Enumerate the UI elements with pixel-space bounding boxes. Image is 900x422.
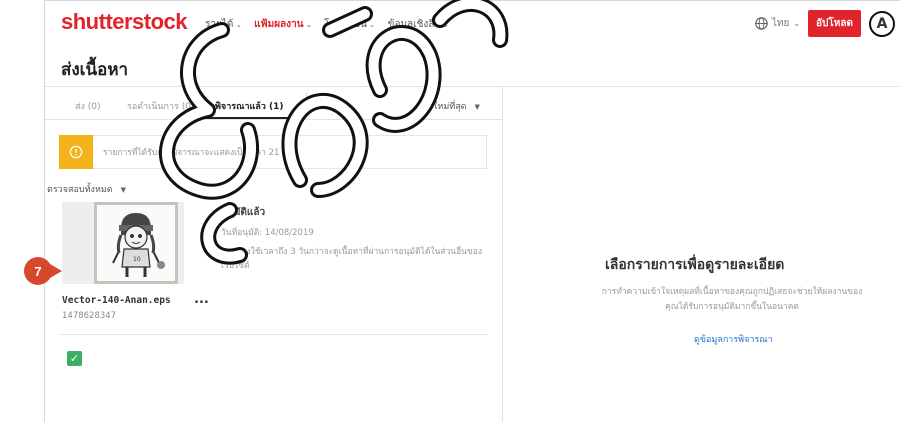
caret-down-icon: ▼ bbox=[474, 103, 480, 111]
media-type-dropdown[interactable]: ภาพ ▼ bbox=[315, 99, 345, 113]
nav-item-insights[interactable]: ข้อมูลเชิงลึก ⌄ bbox=[388, 17, 450, 32]
avatar[interactable]: A bbox=[869, 10, 895, 37]
chevron-down-icon: ⌄ bbox=[368, 20, 376, 29]
info-icon bbox=[59, 135, 93, 169]
divider bbox=[306, 93, 307, 115]
sort-dropdown[interactable]: ใหม่ที่สุด ▼ bbox=[433, 99, 480, 113]
select-item-checkbox[interactable]: ✓ bbox=[67, 351, 82, 366]
detail-description: การทำความเข้าใจเหตุผลที่เนื้อหาของคุณถูก… bbox=[601, 287, 863, 312]
svg-text:10: 10 bbox=[133, 256, 141, 263]
chevron-down-icon: ⌄ bbox=[305, 20, 313, 29]
caret-down-icon: ▼ bbox=[120, 186, 127, 194]
main-nav: รายได้ ⌄ แฟ้มผลงาน ⌄ โปรโมชัน ⌄ ข้อมูลเชิงล… bbox=[205, 17, 449, 32]
view-review-info-link[interactable]: ดูข้อมูลการพิจารณา bbox=[694, 332, 773, 346]
more-options-icon[interactable]: ... bbox=[194, 292, 209, 307]
illustration-image: 10 bbox=[94, 202, 178, 284]
submission-list-panel: ส่ง (0) รอดำเนินการ (0) พิจารณาแล้ว (1) … bbox=[45, 87, 503, 422]
nav-item-earnings[interactable]: รายได้ ⌄ bbox=[205, 17, 242, 32]
step-arrow-icon bbox=[50, 264, 62, 278]
chevron-down-icon: ⌄ bbox=[235, 20, 243, 29]
review-filter-dropdown[interactable]: ตรวจสอบทั้งหมด ▼ bbox=[47, 182, 126, 196]
header-tools: ไทย ⌄ อัปโหลด A bbox=[755, 10, 895, 37]
notice-text: รายการที่ได้รับการพิจารณาจะแสดงเป็นเวลา … bbox=[103, 148, 293, 158]
caret-down-icon: ▼ bbox=[339, 103, 346, 111]
item-thumbnail[interactable]: 10 bbox=[62, 202, 184, 284]
divider bbox=[59, 334, 487, 335]
chevron-down-icon: ⌄ bbox=[442, 20, 450, 29]
language-selector[interactable]: ไทย ⌄ bbox=[755, 16, 800, 31]
chevron-down-icon: ⌄ bbox=[793, 19, 801, 28]
page-title: ส่งเนื้อหา bbox=[61, 60, 129, 80]
character-illustration-icon: 10 bbox=[112, 213, 165, 277]
tab-reviewed[interactable]: พิจารณาแล้ว (1) bbox=[215, 99, 284, 113]
globe-icon bbox=[755, 17, 768, 30]
step-marker: 7 bbox=[24, 257, 52, 285]
nav-item-promotion[interactable]: โปรโมชัน ⌄ bbox=[324, 17, 375, 32]
tab-submit[interactable]: ส่ง (0) bbox=[75, 99, 101, 113]
app-window: shutterstock รายได้ ⌄ แฟ้มผลงาน ⌄ โปรโมชัน… bbox=[44, 0, 900, 422]
item-approval-date: วันที่อนุมัติ: 14/08/2019 bbox=[221, 228, 314, 238]
info-notice: รายการที่ได้รับการพิจารณาจะแสดงเป็นเวลา … bbox=[59, 135, 487, 169]
detail-title: เลือกรายการเพื่อดูรายละเอียด bbox=[605, 257, 785, 273]
active-tab-indicator bbox=[203, 117, 293, 119]
status-tabs: ส่ง (0) รอดำเนินการ (0) พิจารณาแล้ว (1) … bbox=[45, 87, 503, 120]
item-id: 1478628347 bbox=[62, 311, 117, 321]
item-filename: Vector-140-Anan.eps bbox=[62, 295, 171, 306]
tab-pending[interactable]: รอดำเนินการ (0) bbox=[127, 99, 194, 113]
top-navigation: shutterstock รายได้ ⌄ แฟ้มผลงาน ⌄ โปรโมชัน… bbox=[45, 1, 900, 47]
item-status: อนุมัติแล้ว bbox=[221, 207, 266, 218]
item-note: อาจต้องใช้เวลาถึง 3 วันกว่าจะดูเนื้อหาที… bbox=[221, 247, 483, 271]
shutterstock-logo[interactable]: shutterstock bbox=[61, 9, 188, 35]
nav-item-portfolio[interactable]: แฟ้มผลงาน ⌄ bbox=[254, 17, 312, 32]
upload-button[interactable]: อัปโหลด bbox=[808, 10, 861, 37]
